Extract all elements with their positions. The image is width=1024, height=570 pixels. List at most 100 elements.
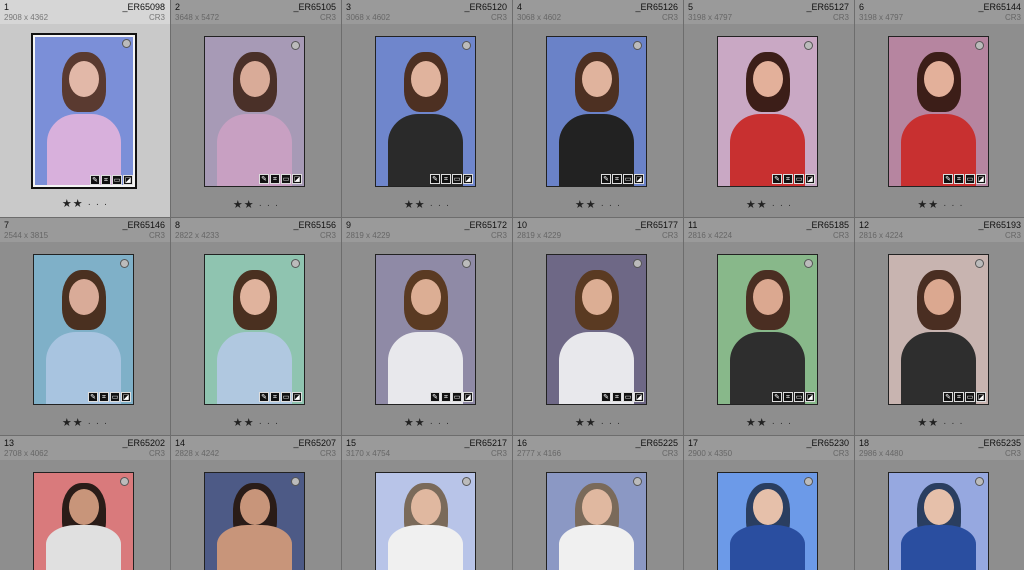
star-rating[interactable]: ★★ · · · bbox=[855, 198, 1024, 211]
select-circle-icon[interactable] bbox=[633, 477, 642, 486]
thumbnail-image[interactable] bbox=[375, 472, 476, 570]
develop-badge-icon[interactable]: ◪ bbox=[976, 174, 986, 184]
edit-badge-icon[interactable]: ✎ bbox=[259, 392, 269, 402]
edit-badge-icon[interactable]: ✎ bbox=[88, 392, 98, 402]
select-circle-icon[interactable] bbox=[633, 41, 642, 50]
stack-badge-icon[interactable]: ▭ bbox=[281, 174, 291, 184]
stack-badge-icon[interactable]: ▭ bbox=[965, 392, 975, 402]
crop-badge-icon[interactable]: ⌗ bbox=[954, 392, 964, 402]
crop-badge-icon[interactable]: ⌗ bbox=[783, 392, 793, 402]
select-circle-icon[interactable] bbox=[804, 259, 813, 268]
star-rating[interactable]: ★★ · · · bbox=[513, 198, 683, 211]
stack-badge-icon[interactable]: ▭ bbox=[110, 392, 120, 402]
select-circle-icon[interactable] bbox=[975, 477, 984, 486]
thumbnail-cell[interactable]: 5 3198 x 4797 _ER65127 CR3 ✎ ⌗ ▭ ◪ ★★ · … bbox=[684, 0, 854, 217]
star-rating[interactable]: ★★ · · · bbox=[513, 416, 683, 429]
select-circle-icon[interactable] bbox=[462, 41, 471, 50]
crop-badge-icon[interactable]: ⌗ bbox=[783, 174, 793, 184]
star-rating[interactable]: ★★ · · · bbox=[855, 416, 1024, 429]
edit-badge-icon[interactable]: ✎ bbox=[259, 174, 269, 184]
develop-badge-icon[interactable]: ◪ bbox=[634, 174, 644, 184]
thumbnail-cell[interactable]: 4 3068 x 4602 _ER65126 CR3 ✎ ⌗ ▭ ◪ ★★ · … bbox=[513, 0, 683, 217]
stack-badge-icon[interactable]: ▭ bbox=[281, 392, 291, 402]
edit-badge-icon[interactable]: ✎ bbox=[943, 392, 953, 402]
thumbnail-cell[interactable]: 13 2708 x 4062 _ER65202 CR3 bbox=[0, 436, 170, 570]
develop-badge-icon[interactable]: ◪ bbox=[123, 175, 133, 185]
edit-badge-icon[interactable]: ✎ bbox=[430, 392, 440, 402]
thumbnail-image[interactable] bbox=[546, 472, 647, 570]
select-circle-icon[interactable] bbox=[804, 41, 813, 50]
develop-badge-icon[interactable]: ◪ bbox=[805, 392, 815, 402]
develop-badge-icon[interactable]: ◪ bbox=[463, 174, 473, 184]
crop-badge-icon[interactable]: ⌗ bbox=[954, 174, 964, 184]
select-circle-icon[interactable] bbox=[633, 259, 642, 268]
edit-badge-icon[interactable]: ✎ bbox=[601, 392, 611, 402]
thumbnail-cell[interactable]: 16 2777 x 4166 _ER65225 CR3 bbox=[513, 436, 683, 570]
thumbnail-image[interactable] bbox=[888, 472, 989, 570]
select-circle-icon[interactable] bbox=[122, 39, 131, 48]
thumbnail-cell[interactable]: 14 2828 x 4242 _ER65207 CR3 bbox=[171, 436, 341, 570]
stack-badge-icon[interactable]: ▭ bbox=[452, 392, 462, 402]
crop-badge-icon[interactable]: ⌗ bbox=[441, 392, 451, 402]
thumbnail-image[interactable] bbox=[717, 472, 818, 570]
select-circle-icon[interactable] bbox=[291, 477, 300, 486]
thumbnail-image[interactable]: ✎ ⌗ ▭ ◪ bbox=[717, 254, 818, 405]
crop-badge-icon[interactable]: ⌗ bbox=[99, 392, 109, 402]
thumbnail-image[interactable]: ✎ ⌗ ▭ ◪ bbox=[375, 36, 476, 187]
thumbnail-cell[interactable]: 8 2822 x 4233 _ER65156 CR3 ✎ ⌗ ▭ ◪ ★★ · … bbox=[171, 218, 341, 435]
thumbnail-image[interactable]: ✎ ⌗ ▭ ◪ bbox=[888, 36, 989, 187]
edit-badge-icon[interactable]: ✎ bbox=[943, 174, 953, 184]
thumbnail-cell[interactable]: 9 2819 x 4229 _ER65172 CR3 ✎ ⌗ ▭ ◪ ★★ · … bbox=[342, 218, 512, 435]
thumbnail-image[interactable] bbox=[33, 472, 134, 570]
thumbnail-cell[interactable]: 1 2908 x 4362 _ER65098 CR3 ✎ ⌗ ▭ ◪ ★★ · … bbox=[0, 0, 170, 217]
star-rating[interactable]: ★★ · · · bbox=[0, 197, 170, 210]
thumbnail-image[interactable]: ✎ ⌗ ▭ ◪ bbox=[33, 254, 134, 405]
thumbnail-image[interactable]: ✎ ⌗ ▭ ◪ bbox=[204, 254, 305, 405]
stack-badge-icon[interactable]: ▭ bbox=[623, 392, 633, 402]
edit-badge-icon[interactable]: ✎ bbox=[772, 174, 782, 184]
develop-badge-icon[interactable]: ◪ bbox=[292, 392, 302, 402]
thumbnail-cell[interactable]: 15 3170 x 4754 _ER65217 CR3 bbox=[342, 436, 512, 570]
thumbnail-image[interactable]: ✎ ⌗ ▭ ◪ bbox=[375, 254, 476, 405]
select-circle-icon[interactable] bbox=[975, 41, 984, 50]
stack-badge-icon[interactable]: ▭ bbox=[794, 392, 804, 402]
stack-badge-icon[interactable]: ▭ bbox=[623, 174, 633, 184]
select-circle-icon[interactable] bbox=[120, 259, 129, 268]
select-circle-icon[interactable] bbox=[975, 259, 984, 268]
thumbnail-image[interactable]: ✎ ⌗ ▭ ◪ bbox=[546, 36, 647, 187]
crop-badge-icon[interactable]: ⌗ bbox=[612, 174, 622, 184]
thumbnail-cell[interactable]: 12 2816 x 4224 _ER65193 CR3 ✎ ⌗ ▭ ◪ ★★ ·… bbox=[855, 218, 1024, 435]
crop-badge-icon[interactable]: ⌗ bbox=[101, 175, 111, 185]
select-circle-icon[interactable] bbox=[804, 477, 813, 486]
select-circle-icon[interactable] bbox=[291, 259, 300, 268]
develop-badge-icon[interactable]: ◪ bbox=[463, 392, 473, 402]
stack-badge-icon[interactable]: ▭ bbox=[452, 174, 462, 184]
stack-badge-icon[interactable]: ▭ bbox=[794, 174, 804, 184]
stack-badge-icon[interactable]: ▭ bbox=[965, 174, 975, 184]
edit-badge-icon[interactable]: ✎ bbox=[90, 175, 100, 185]
thumbnail-cell[interactable]: 2 3648 x 5472 _ER65105 CR3 ✎ ⌗ ▭ ◪ ★★ · … bbox=[171, 0, 341, 217]
crop-badge-icon[interactable]: ⌗ bbox=[441, 174, 451, 184]
star-rating[interactable]: ★★ · · · bbox=[171, 416, 341, 429]
thumbnail-image[interactable]: ✎ ⌗ ▭ ◪ bbox=[888, 254, 989, 405]
select-circle-icon[interactable] bbox=[291, 41, 300, 50]
star-rating[interactable]: ★★ · · · bbox=[171, 198, 341, 211]
thumbnail-image[interactable]: ✎ ⌗ ▭ ◪ bbox=[204, 36, 305, 187]
edit-badge-icon[interactable]: ✎ bbox=[601, 174, 611, 184]
edit-badge-icon[interactable]: ✎ bbox=[430, 174, 440, 184]
crop-badge-icon[interactable]: ⌗ bbox=[270, 392, 280, 402]
develop-badge-icon[interactable]: ◪ bbox=[976, 392, 986, 402]
thumbnail-cell[interactable]: 7 2544 x 3815 _ER65146 CR3 ✎ ⌗ ▭ ◪ ★★ · … bbox=[0, 218, 170, 435]
develop-badge-icon[interactable]: ◪ bbox=[292, 174, 302, 184]
thumbnail-image[interactable]: ✎ ⌗ ▭ ◪ bbox=[31, 33, 137, 189]
develop-badge-icon[interactable]: ◪ bbox=[805, 174, 815, 184]
edit-badge-icon[interactable]: ✎ bbox=[772, 392, 782, 402]
thumbnail-cell[interactable]: 18 2986 x 4480 _ER65235 CR3 bbox=[855, 436, 1024, 570]
thumbnail-cell[interactable]: 11 2816 x 4224 _ER65185 CR3 ✎ ⌗ ▭ ◪ ★★ ·… bbox=[684, 218, 854, 435]
star-rating[interactable]: ★★ · · · bbox=[342, 416, 512, 429]
thumbnail-image[interactable]: ✎ ⌗ ▭ ◪ bbox=[546, 254, 647, 405]
crop-badge-icon[interactable]: ⌗ bbox=[612, 392, 622, 402]
star-rating[interactable]: ★★ · · · bbox=[684, 416, 854, 429]
star-rating[interactable]: ★★ · · · bbox=[342, 198, 512, 211]
thumbnail-cell[interactable]: 3 3068 x 4602 _ER65120 CR3 ✎ ⌗ ▭ ◪ ★★ · … bbox=[342, 0, 512, 217]
